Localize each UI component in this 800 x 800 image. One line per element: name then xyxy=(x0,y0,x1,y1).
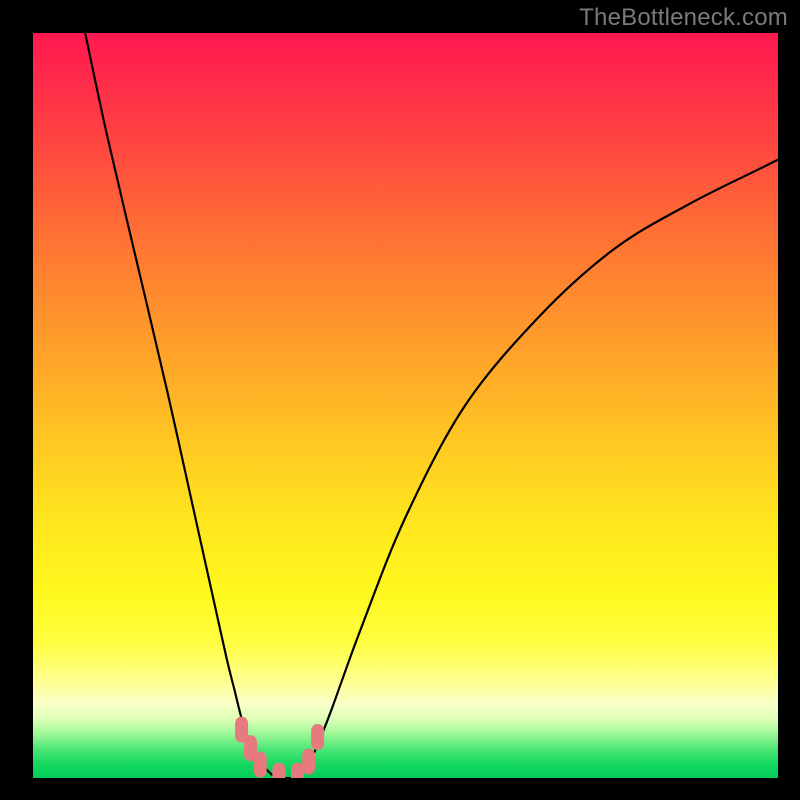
chart-plot-area xyxy=(33,33,778,778)
highlight-marker xyxy=(272,763,285,778)
bottleneck-curve-right xyxy=(301,160,778,775)
bottleneck-curve-left xyxy=(85,33,271,774)
highlight-marker xyxy=(302,749,315,775)
highlight-marker xyxy=(291,763,304,778)
curve-svg xyxy=(33,33,778,778)
watermark-text: TheBottleneck.com xyxy=(579,4,788,32)
highlight-marker xyxy=(311,724,324,750)
marker-group xyxy=(235,717,324,778)
highlight-marker xyxy=(254,752,267,778)
